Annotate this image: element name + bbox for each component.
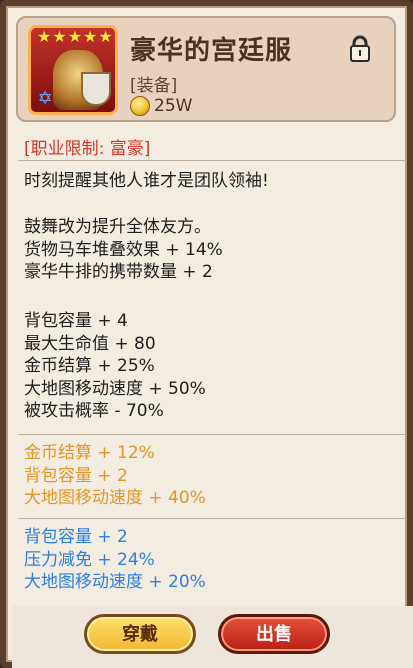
stat-line: 金币结算 + 25%: [24, 356, 155, 377]
star-icon: ★: [52, 27, 67, 46]
stat-line: 大地图移动速度 + 50%: [24, 378, 206, 399]
item-title: 豪华的宫廷服: [130, 36, 293, 66]
item-category: [装备]: [130, 76, 178, 96]
item-detail-panel: ★ ★ ★ ★ ★ ✡ 豪华的宫廷服 [装备] 25W [职业限制: 富豪] 时…: [0, 0, 413, 668]
stat-line: 压力减免 + 24%: [24, 549, 155, 570]
star-icon: ★: [98, 27, 113, 46]
stat-line: 背包容量 + 4: [24, 311, 128, 331]
effects-list: 鼓舞改为提升全体友方。 货物马车堆叠效果 + 14% 豪华牛排的携带数量 + 2: [24, 216, 223, 284]
equip-button[interactable]: 穿戴: [84, 614, 196, 654]
stat-line: 大地图移动速度 + 40%: [24, 488, 206, 509]
item-portrait: ★ ★ ★ ★ ★ ✡: [28, 25, 118, 115]
stat-line: 金币结算 + 12%: [24, 443, 155, 463]
item-art-shield: [81, 72, 111, 106]
star-icon: ★: [37, 27, 52, 46]
bonus-stats-blue: 背包容量 + 2 压力减免 + 24% 大地图移动速度 + 20%: [24, 526, 206, 594]
item-header: ★ ★ ★ ★ ★ ✡ 豪华的宫廷服 [装备] 25W: [16, 16, 396, 122]
rank-badge-icon: ✡: [37, 88, 53, 109]
effect-line: 货物马车堆叠效果 + 14%: [24, 239, 223, 260]
divider: [18, 434, 406, 435]
class-restriction: [职业限制: 富豪]: [24, 139, 151, 159]
bonus-stats-orange: 金币结算 + 12% 背包容量 + 2 大地图移动速度 + 40%: [24, 442, 206, 510]
lock-icon[interactable]: [348, 34, 372, 64]
stat-line: 大地图移动速度 + 20%: [24, 572, 206, 593]
stat-line: 背包容量 + 2: [24, 465, 128, 486]
flavor-text: 时刻提醒其他人谁才是团队领袖!: [24, 170, 269, 193]
stat-line: 被攻击概率 - 70%: [24, 401, 164, 422]
divider: [18, 518, 406, 519]
star-icon: ★: [83, 27, 98, 46]
action-bar: 穿戴 出售: [12, 606, 413, 668]
stat-line: 最大生命值 + 80: [24, 333, 156, 354]
item-price: 25W: [154, 96, 193, 116]
item-price-row: 25W: [130, 96, 192, 116]
divider: [18, 160, 406, 161]
coin-icon: [130, 96, 150, 116]
star-icon: ★: [67, 27, 83, 46]
effect-line: 豪华牛排的携带数量 + 2: [24, 262, 213, 283]
effect-line: 鼓舞改为提升全体友方。: [24, 217, 211, 237]
stat-line: 背包容量 + 2: [24, 527, 128, 547]
star-rating: ★ ★ ★ ★ ★: [37, 28, 113, 46]
base-stats-list: 背包容量 + 4 最大生命值 + 80 金币结算 + 25% 大地图移动速度 +…: [24, 310, 206, 423]
flavor-line: 时刻提醒其他人谁才是团队领袖!: [24, 171, 269, 191]
sell-button[interactable]: 出售: [218, 614, 330, 654]
